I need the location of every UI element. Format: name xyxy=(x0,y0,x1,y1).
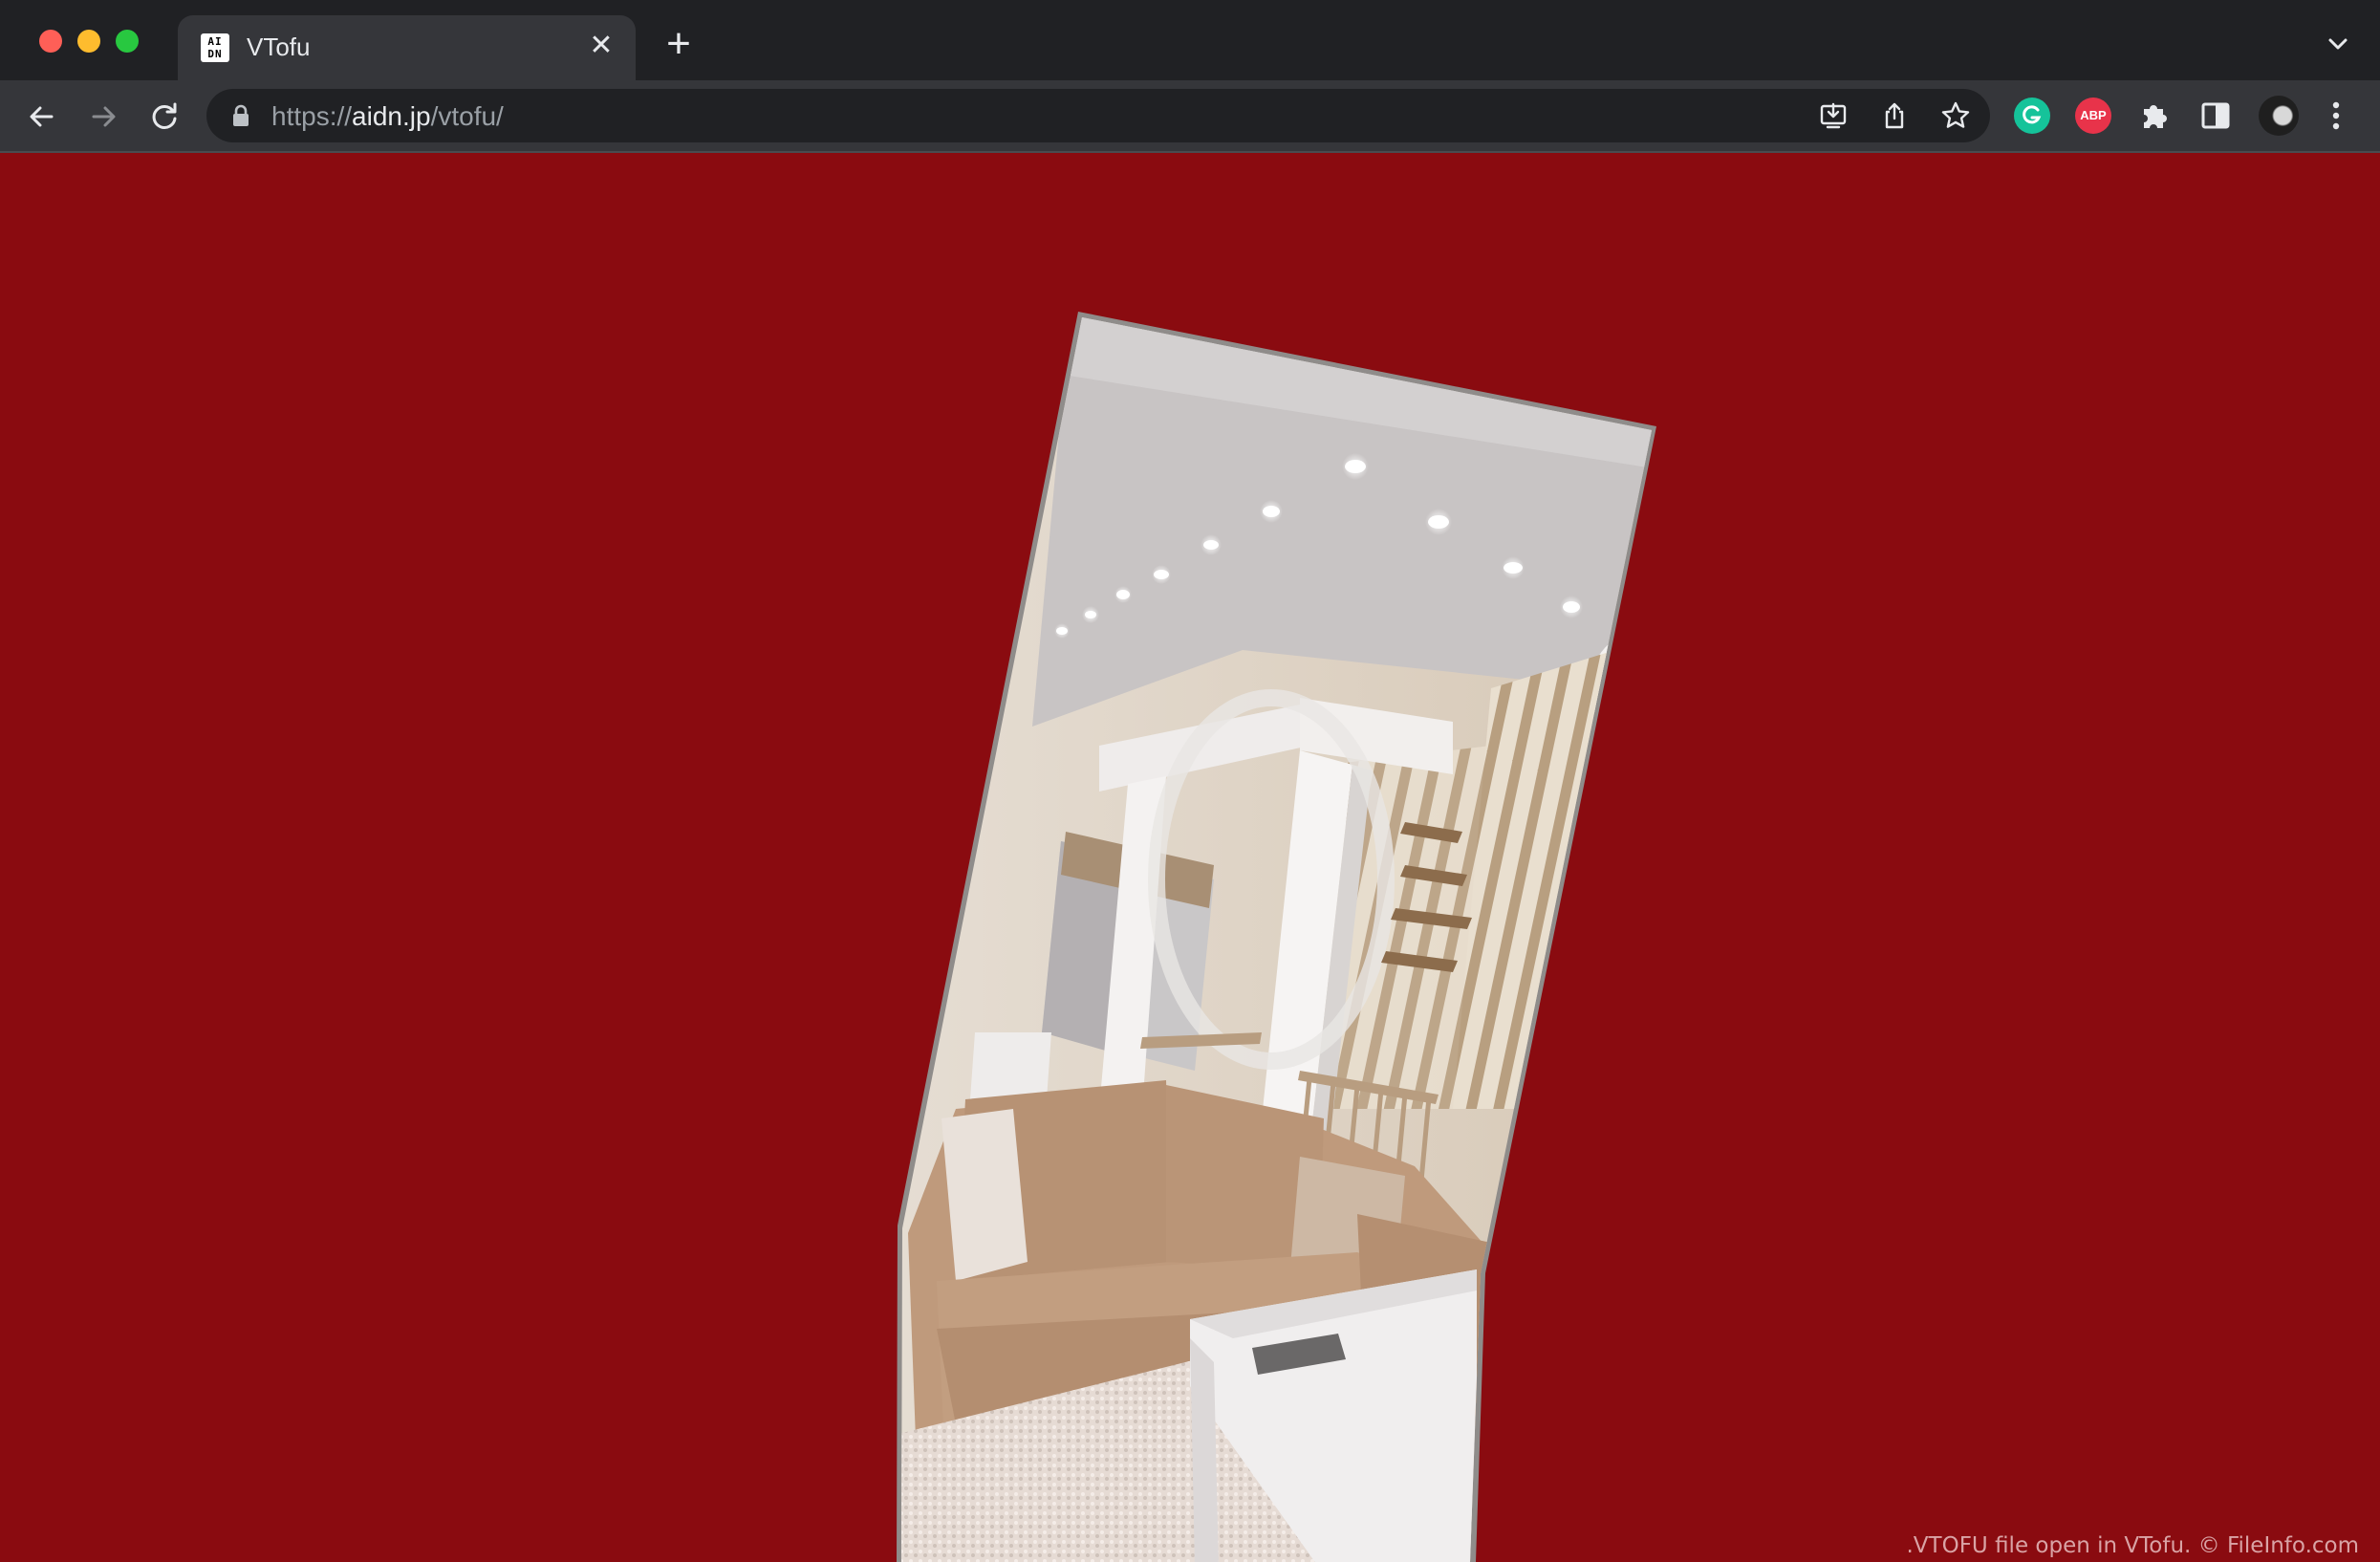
url-scheme: https:// xyxy=(271,101,353,131)
install-app-icon[interactable] xyxy=(1818,100,1849,131)
back-arrow-icon[interactable] xyxy=(23,98,61,136)
forward-arrow-icon[interactable] xyxy=(84,98,122,136)
more-menu-icon[interactable] xyxy=(2325,98,2348,134)
new-tab-button[interactable]: + xyxy=(660,23,698,65)
browser-tab[interactable]: AI DN VTofu ✕ xyxy=(178,15,636,80)
address-bar[interactable]: https://aidn.jp/vtofu/ xyxy=(206,89,1990,142)
grammarly-extension-icon[interactable] xyxy=(2014,98,2050,134)
watermark-caption: .VTOFU file open in VTofu. © FileInfo.co… xyxy=(1906,1533,2360,1558)
aidn-favicon-icon: AI DN xyxy=(201,33,229,62)
adblock-plus-extension-icon[interactable]: ABP xyxy=(2075,98,2111,134)
window-minimize-button[interactable] xyxy=(77,30,100,53)
window-close-button[interactable] xyxy=(39,30,62,53)
window-maximize-button[interactable] xyxy=(116,30,139,53)
url-host: aidn.jp xyxy=(352,101,431,131)
browser-toolbar: https://aidn.jp/vtofu/ ABP xyxy=(0,80,2380,153)
bookmark-star-icon[interactable] xyxy=(1940,100,1971,131)
vtofu-photo-cube[interactable] xyxy=(0,153,2380,1562)
share-icon[interactable] xyxy=(1879,100,1910,131)
chevron-down-icon[interactable] xyxy=(2325,31,2351,57)
url-path: /vtofu/ xyxy=(430,101,504,131)
reload-icon[interactable] xyxy=(145,98,184,136)
side-panel-icon[interactable] xyxy=(2197,98,2234,134)
url-text[interactable]: https://aidn.jp/vtofu/ xyxy=(271,101,504,132)
profile-avatar[interactable] xyxy=(2259,96,2299,136)
tab-title: VTofu xyxy=(247,33,311,61)
browser-titlebar: AI DN VTofu ✕ + xyxy=(0,0,2380,80)
tab-close-icon[interactable]: ✕ xyxy=(584,29,618,63)
extensions-puzzle-icon[interactable] xyxy=(2136,98,2173,134)
vtofu-page[interactable]: .VTOFU file open in VTofu. © FileInfo.co… xyxy=(0,153,2380,1562)
lock-icon[interactable] xyxy=(231,104,250,127)
